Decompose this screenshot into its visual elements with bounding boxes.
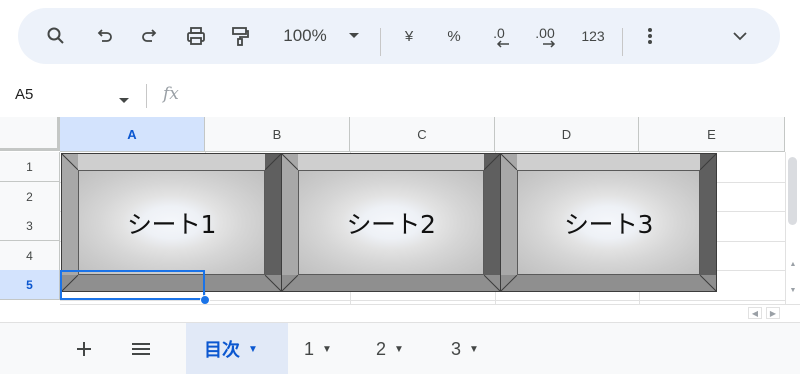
sheet-tab-2[interactable]: 2 ▼ [376,323,422,374]
sheet-tab-dropdown-icon[interactable]: ▼ [469,344,479,355]
row-header-5[interactable]: 5 [0,270,60,300]
button-bevel [700,154,716,291]
button-bevel [265,154,281,291]
toolbar-separator [380,28,381,56]
sheet1-button-label: シート1 [127,209,216,239]
currency-format-button[interactable]: ¥ [398,8,420,64]
sheet3-button[interactable]: シート3 [500,153,717,292]
spreadsheet-grid: A B C D E 1 2 3 4 5 シート1 シート2 シート3 ▲ ▼ ◀… [0,117,800,322]
arrow-right-icon [543,40,556,48]
vertical-scroll-thumb[interactable] [788,157,797,225]
sheet-tab-index[interactable]: 目次 ▼ [186,323,288,374]
column-header-e[interactable]: E [639,117,785,152]
row-header-3[interactable]: 3 [0,211,60,241]
button-bevel [282,275,500,291]
column-header-a[interactable]: A [60,117,205,152]
grid-line [60,300,785,301]
all-sheets-menu-icon[interactable] [126,323,156,374]
paint-format-icon[interactable] [226,8,254,64]
scroll-left-arrow-icon[interactable]: ◀ [748,307,762,319]
percent-format-button[interactable]: % [442,8,466,64]
toolbar: 100% ¥ % .0 .00 123 [18,8,780,64]
sheet-tab-label: 2 [376,338,387,359]
name-box[interactable]: A5 [15,86,33,103]
zoom-value[interactable]: 100% [274,8,336,64]
row-header-2[interactable]: 2 [0,182,60,212]
row-header-4[interactable]: 4 [0,241,60,271]
decrease-decimal-button[interactable]: .0 [484,8,514,64]
sheet2-button-label: シート2 [346,209,436,239]
button-bevel [282,154,500,170]
formula-bar-separator [146,84,147,108]
scroll-down-arrow-icon[interactable]: ▼ [788,287,798,294]
add-sheet-icon[interactable] [70,323,98,374]
print-icon[interactable] [182,8,210,64]
sheet-tab-bar: 目次 ▼ 1 ▼ 2 ▼ 3 ▼ [0,322,800,374]
button-bevel [501,154,716,170]
button-face: シート1 [78,170,265,275]
decrease-decimal-label: .0 [493,25,505,41]
sheet-tab-dropdown-icon[interactable]: ▼ [394,344,404,355]
more-formats-button[interactable]: 123 [576,8,610,64]
sheet2-button[interactable]: シート2 [281,153,501,292]
sheet-tab-dropdown-icon[interactable]: ▼ [248,344,258,355]
button-bevel [484,154,500,291]
sheet-tab-3[interactable]: 3 ▼ [451,323,497,374]
button-face: シート3 [517,170,700,275]
sheet-tab-1[interactable]: 1 ▼ [304,323,350,374]
search-icon[interactable] [42,8,70,64]
column-header-b[interactable]: B [205,117,350,152]
increase-decimal-button[interactable]: .00 [528,8,562,64]
sheet-tab-label: 3 [451,338,462,359]
undo-icon[interactable] [92,8,118,64]
scroll-up-arrow-icon[interactable]: ▲ [788,261,798,268]
button-bevel [282,154,298,291]
horizontal-scrollbar[interactable] [60,304,800,322]
sheet-tab-dropdown-icon[interactable]: ▼ [322,344,332,355]
column-header-c[interactable]: C [350,117,495,152]
button-bevel [501,154,517,291]
arrow-left-icon [496,40,509,48]
button-bevel [62,154,281,170]
fx-icon: fx [163,84,179,104]
more-vert-icon[interactable] [640,8,660,64]
sheet-tab-label: 目次 [204,340,240,360]
redo-icon[interactable] [136,8,162,64]
button-bevel [501,275,716,291]
increase-decimal-label: .00 [535,25,555,41]
scroll-right-arrow-icon[interactable]: ▶ [766,307,780,319]
chevron-down-icon[interactable] [728,8,752,64]
name-box-dropdown-icon[interactable] [118,92,130,110]
selected-cell-outline[interactable] [60,270,205,300]
column-header-d[interactable]: D [495,117,639,152]
select-all-corner[interactable] [0,117,60,151]
formula-bar: A5 fx [0,76,800,116]
button-face: シート2 [298,170,484,275]
sheet3-button-label: シート3 [564,209,653,239]
zoom-dropdown-icon[interactable] [344,8,364,64]
row-header-1[interactable]: 1 [0,152,60,182]
toolbar-separator [622,28,623,56]
sheet-tab-label: 1 [304,338,315,359]
